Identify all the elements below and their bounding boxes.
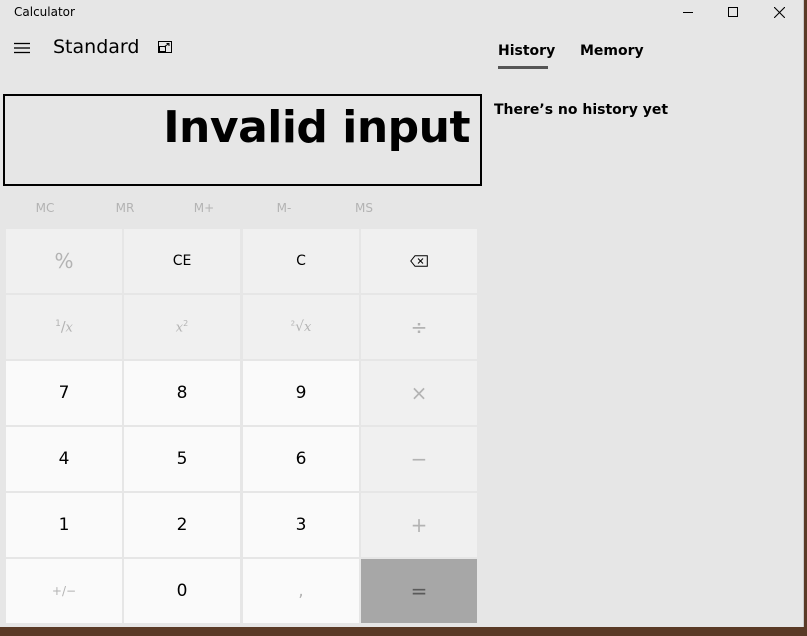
reciprocal-button[interactable]: 1/x [6, 295, 122, 359]
clear-entry-button[interactable]: CE [124, 229, 240, 293]
digit-3-button[interactable]: 3 [243, 493, 359, 557]
digit-5-button[interactable]: 5 [124, 427, 240, 491]
memory-recall-button[interactable]: MR [86, 197, 164, 219]
digit-2-button[interactable]: 2 [124, 493, 240, 557]
keep-on-top-icon [158, 41, 172, 53]
calculator-window: Calculator Standard Invalid input MC MR … [0, 0, 803, 627]
keep-on-top-button[interactable] [153, 36, 177, 58]
divide-button[interactable]: ÷ [361, 295, 477, 359]
tab-memory[interactable]: Memory [580, 43, 644, 59]
add-button[interactable]: + [361, 493, 477, 557]
keypad: % CE C 1/x x2 2√x ÷ 7 8 9 × 4 5 6 − 1 2 … [6, 229, 478, 623]
close-icon [773, 6, 785, 18]
square-label: x2 [176, 319, 188, 336]
minimize-button[interactable] [665, 0, 711, 24]
title-bar[interactable]: Calculator [0, 0, 803, 24]
root-x: x [304, 320, 312, 335]
percent-label: % [54, 249, 74, 273]
history-empty-message: There’s no history yet [494, 102, 669, 118]
minimize-icon [683, 12, 693, 13]
clear-button[interactable]: C [243, 229, 359, 293]
digit-0-button[interactable]: 0 [124, 559, 240, 623]
backspace-button[interactable] [361, 229, 477, 293]
memory-store-button[interactable]: MS [325, 197, 403, 219]
reciprocal-label: 1/x [55, 318, 73, 336]
decimal-button[interactable]: , [243, 559, 359, 623]
multiply-label: × [410, 381, 428, 405]
tab-history[interactable]: History [498, 43, 555, 59]
memory-add-button[interactable]: M+ [165, 197, 243, 219]
negate-button[interactable]: +/− [6, 559, 122, 623]
digit-4-button[interactable]: 4 [6, 427, 122, 491]
digit-6-button[interactable]: 6 [243, 427, 359, 491]
display-value: Invalid input [163, 102, 470, 153]
root-label: 2√x [290, 319, 312, 335]
close-button[interactable] [756, 0, 802, 24]
calculator-mode-title: Standard [53, 36, 140, 58]
add-label: + [410, 513, 428, 537]
digit-9-button[interactable]: 9 [243, 361, 359, 425]
maximize-button[interactable] [710, 0, 756, 24]
digit-1-button[interactable]: 1 [6, 493, 122, 557]
digit-8-button[interactable]: 8 [124, 361, 240, 425]
maximize-icon [728, 7, 738, 17]
memory-clear-button[interactable]: MC [6, 197, 84, 219]
multiply-button[interactable]: × [361, 361, 477, 425]
memory-subtract-button[interactable]: M- [245, 197, 323, 219]
equals-button[interactable]: = [361, 559, 477, 623]
result-display: Invalid input [3, 94, 482, 186]
root-button[interactable]: 2√x [243, 295, 359, 359]
square-exponent: 2 [183, 318, 189, 328]
divide-label: ÷ [410, 315, 428, 339]
backspace-icon [410, 255, 428, 267]
active-tab-indicator [498, 66, 548, 69]
reciprocal-x: x [65, 320, 73, 336]
square-button[interactable]: x2 [124, 295, 240, 359]
percent-button[interactable]: % [6, 229, 122, 293]
digit-7-button[interactable]: 7 [6, 361, 122, 425]
navigation-menu-button[interactable] [8, 34, 36, 62]
hamburger-icon [14, 42, 30, 54]
window-title: Calculator [14, 5, 75, 19]
subtract-button[interactable]: − [361, 427, 477, 491]
subtract-label: − [410, 447, 428, 471]
